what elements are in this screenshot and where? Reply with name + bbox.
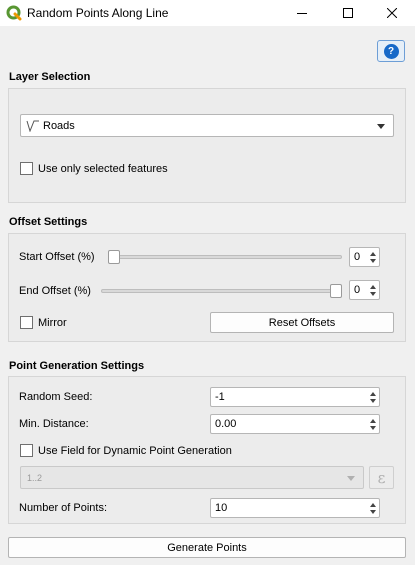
qgis-logo-icon <box>6 5 22 21</box>
minimize-icon <box>297 13 307 14</box>
spin-down-icon[interactable] <box>369 398 376 403</box>
spin-down-icon[interactable] <box>369 425 376 430</box>
spin-up-icon[interactable] <box>369 418 376 423</box>
expression-icon: ε <box>377 468 386 487</box>
spin-up-icon[interactable] <box>369 284 376 289</box>
end-offset-slider[interactable] <box>101 289 342 293</box>
number-of-points-label: Number of Points: <box>19 502 108 514</box>
start-offset-slider-handle[interactable] <box>108 250 120 264</box>
mirror-checkbox[interactable] <box>20 316 33 329</box>
spin-down-icon[interactable] <box>369 258 376 263</box>
offset-settings-heading: Offset Settings <box>9 216 88 228</box>
chevron-down-icon <box>347 475 355 481</box>
close-button[interactable] <box>369 0 415 26</box>
start-offset-slider[interactable] <box>108 255 342 259</box>
min-distance-label: Min. Distance: <box>19 418 89 430</box>
dynamic-field-label: Use Field for Dynamic Point Generation <box>38 445 232 457</box>
min-distance-spinbox[interactable]: 0.00 <box>210 414 380 434</box>
end-offset-slider-handle[interactable] <box>330 284 342 298</box>
spin-up-icon[interactable] <box>369 251 376 256</box>
min-distance-value: 0.00 <box>215 418 237 430</box>
chevron-down-icon <box>377 123 385 129</box>
random-seed-value: -1 <box>215 391 225 403</box>
field-combobox[interactable]: 1..2 <box>20 466 364 489</box>
minimize-button[interactable] <box>279 0 325 26</box>
end-offset-label: End Offset (%) <box>19 285 91 297</box>
layer-combobox[interactable]: Roads <box>20 114 394 137</box>
start-offset-spinbox[interactable]: 0 <box>349 247 380 267</box>
spin-down-icon[interactable] <box>369 509 376 514</box>
end-offset-spinbox[interactable]: 0 <box>349 280 380 300</box>
dynamic-field-checkbox[interactable] <box>20 444 33 457</box>
window-title: Random Points Along Line <box>27 6 169 20</box>
spin-down-icon[interactable] <box>369 291 376 296</box>
random-seed-spinbox[interactable]: -1 <box>210 387 380 407</box>
number-of-points-spinbox[interactable]: 10 <box>210 498 380 518</box>
selected-only-label: Use only selected features <box>38 163 168 175</box>
layer-selection-group <box>8 88 406 203</box>
start-offset-value: 0 <box>354 251 361 263</box>
generate-points-button[interactable]: Generate Points <box>8 537 406 558</box>
layer-selection-heading: Layer Selection <box>9 71 91 83</box>
maximize-icon <box>343 8 353 18</box>
maximize-button[interactable] <box>325 0 371 26</box>
layer-combobox-value: Roads <box>43 119 75 132</box>
help-button[interactable]: ? <box>377 40 405 62</box>
start-offset-label: Start Offset (%) <box>19 251 95 263</box>
field-combobox-value: 1..2 <box>27 472 43 483</box>
number-of-points-value: 10 <box>215 502 228 514</box>
close-icon <box>387 8 397 18</box>
reset-offsets-button[interactable]: Reset Offsets <box>210 312 394 333</box>
selected-only-checkbox[interactable] <box>20 162 33 175</box>
help-icon: ? <box>383 43 399 59</box>
spin-up-icon[interactable] <box>369 502 376 507</box>
line-layer-icon <box>26 120 40 132</box>
spin-up-icon[interactable] <box>369 391 376 396</box>
point-generation-heading: Point Generation Settings <box>9 360 145 372</box>
end-offset-value: 0 <box>354 284 361 296</box>
mirror-label: Mirror <box>38 317 67 329</box>
random-seed-label: Random Seed: <box>19 391 93 403</box>
expression-button[interactable]: ε <box>369 466 394 489</box>
